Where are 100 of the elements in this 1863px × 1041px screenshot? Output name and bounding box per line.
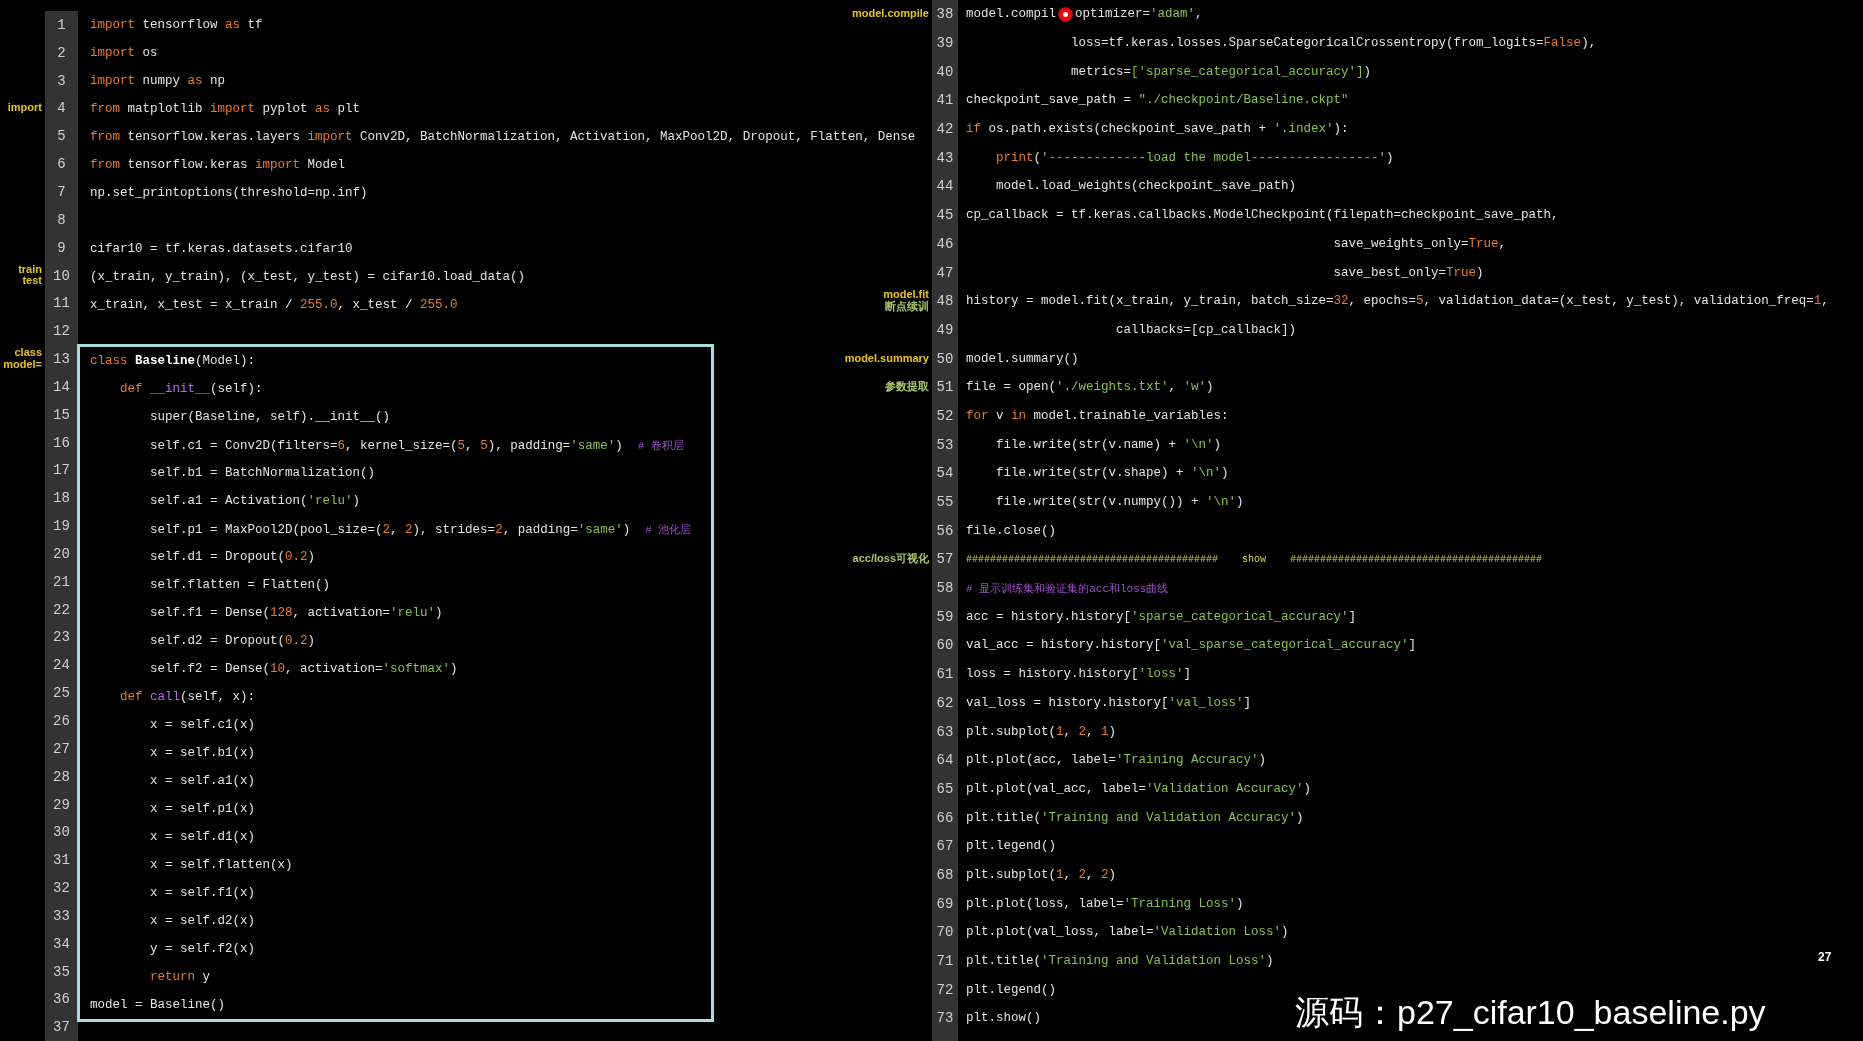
- line-number: 18: [53, 490, 70, 507]
- code-line: self.f1 = Dense(128, activation='relu'): [149, 606, 443, 620]
- code-line: from tensorflow.keras.layers import Conv2D, BatchNormalization, Activation, MaxPool2D, Dropout, Flatten, Dense: [90, 130, 916, 144]
- code-line: (x_train, y_train), (x_test, y_test) = cifar10.load_data(): [90, 270, 526, 284]
- line-number: 43: [936, 149, 954, 166]
- code-line: for v in model.trainable_variables:: [966, 408, 1229, 423]
- line-number: 44: [936, 178, 954, 195]
- source-caption: 源码：p27_cifar10_baseline.py: [1295, 992, 1766, 1033]
- line-number: 33: [53, 907, 70, 924]
- line-number: 10: [53, 267, 70, 284]
- line-number: 71: [936, 953, 954, 970]
- line-number: 1: [57, 16, 66, 33]
- line-number: 72: [936, 981, 954, 998]
- code-line: history = model.fit(x_train, y_train, batch_size=32, epochs=5, validation_data=(x_test, y_test), validation_freq=1,: [966, 294, 1829, 309]
- code-line: import os: [90, 46, 158, 60]
- line-number: 21: [53, 573, 70, 590]
- code-line: self.d2 = Dropout(0.2): [149, 634, 316, 648]
- line-number: 19: [53, 518, 70, 535]
- code-line: self.b1 = BatchNormalization(): [149, 466, 376, 480]
- line-number: 3: [57, 72, 66, 89]
- line-number: 24: [53, 657, 70, 674]
- line-number: 27: [53, 740, 70, 757]
- line-number: 57: [936, 551, 954, 568]
- line-number: 2: [57, 44, 66, 61]
- code-line: plt.subplot(1, 2, 1): [966, 724, 1117, 739]
- line-number: 63: [936, 723, 954, 740]
- line-number: 17: [53, 462, 70, 479]
- code-line: x = self.c1(x): [149, 718, 256, 732]
- line-number: 30: [53, 824, 70, 841]
- code-line: x = self.f1(x): [149, 886, 256, 900]
- code-line: save_best_only=True): [1332, 265, 1484, 280]
- line-number: 31: [53, 852, 70, 869]
- line-number: 70: [936, 924, 954, 941]
- line-number: 68: [936, 866, 954, 883]
- line-number: 49: [936, 321, 954, 338]
- line-number: 32: [53, 880, 70, 897]
- line-number: 9: [57, 239, 66, 256]
- line-number: 37: [53, 1019, 70, 1036]
- code-line: import numpy as np: [90, 74, 226, 88]
- line-number: 14: [53, 378, 70, 395]
- line-number: 46: [936, 235, 954, 252]
- code-line: x = self.p1(x): [149, 802, 256, 816]
- annotation-label: 断点续训: [885, 301, 929, 313]
- code-line: # 显示训练集和验证集的acc和loss曲线: [966, 581, 1169, 596]
- code-line: import tensorflow as tf: [90, 18, 263, 32]
- line-number: 41: [936, 92, 954, 109]
- line-number: 4: [57, 100, 66, 117]
- line-number: 39: [936, 35, 954, 52]
- code-line: val_loss = history.history['val_loss']: [966, 695, 1252, 710]
- code-line: cp_callback = tf.keras.callbacks.ModelCheckpoint(filepath=checkpoint_save_path,: [966, 208, 1559, 223]
- code-line: from matplotlib import pyplot as plt: [90, 102, 361, 116]
- line-number: 5: [57, 128, 66, 145]
- line-number: 56: [936, 522, 954, 539]
- code-line: self.flatten = Flatten(): [149, 578, 331, 592]
- code-line: def call(self, x):: [119, 690, 256, 704]
- code-line: plt.title('Training and Validation Accuracy'): [966, 810, 1304, 825]
- annotation-label: class: [14, 347, 42, 360]
- code-line: checkpoint_save_path = "./checkpoint/Baseline.ckpt": [966, 93, 1349, 108]
- code-line: plt.legend(): [966, 982, 1056, 997]
- code-line: callbacks=[cp_callback]): [1115, 322, 1297, 337]
- annotation-label: acc/loss可视化: [852, 553, 929, 566]
- code-line: file.write(str(v.shape) + '\n'): [995, 466, 1229, 481]
- annotation-label: model.fit: [883, 289, 929, 301]
- line-number: 25: [53, 685, 70, 702]
- annotation-label: train: [18, 263, 42, 276]
- line-number: 54: [936, 465, 954, 482]
- line-number: 50: [936, 350, 954, 367]
- code-line: model.load_weights(checkpoint_save_path): [995, 179, 1297, 194]
- line-number: 64: [936, 752, 954, 769]
- code-line: if os.path.exists(checkpoint_save_path + '.index'):: [966, 122, 1349, 137]
- line-number: 40: [936, 63, 954, 80]
- line-number: 34: [53, 935, 70, 952]
- code-line: plt.plot(acc, label='Training Accuracy'): [966, 753, 1267, 768]
- line-number: 23: [53, 629, 70, 646]
- line-number: 42: [936, 121, 954, 138]
- line-number: 13: [53, 351, 70, 368]
- code-line: file = open('./weights.txt', 'w'): [966, 380, 1214, 395]
- code-line: class Baseline(Model):: [90, 354, 256, 368]
- code-line: plt.plot(val_loss, label='Validation Loss'): [966, 925, 1289, 940]
- code-line: save_weights_only=True,: [1332, 236, 1507, 251]
- code-line: self.d1 = Dropout(0.2): [149, 550, 316, 564]
- line-number: 36: [53, 991, 70, 1008]
- line-number: 73: [936, 1010, 954, 1027]
- line-number: 69: [936, 895, 954, 912]
- code-line: file.write(str(v.numpy()) + '\n'): [995, 495, 1244, 510]
- line-number: 59: [936, 608, 954, 625]
- code-line: file.write(str(v.name) + '\n'): [995, 437, 1222, 452]
- line-number: 52: [936, 407, 954, 424]
- line-number: 61: [936, 666, 954, 683]
- annotation-label: model.compile: [851, 8, 929, 21]
- line-number: 55: [936, 494, 954, 511]
- line-number: 66: [936, 809, 954, 826]
- line-number: 11: [53, 295, 70, 312]
- line-number: 20: [53, 545, 70, 562]
- code-line: plt.subplot(1, 2, 2): [966, 867, 1117, 882]
- line-number: 58: [936, 580, 954, 597]
- annotation-label: 参数提取: [885, 381, 929, 394]
- annotation-label: import: [7, 102, 42, 115]
- line-number: 67: [936, 838, 954, 855]
- annotation-label: test: [22, 275, 42, 288]
